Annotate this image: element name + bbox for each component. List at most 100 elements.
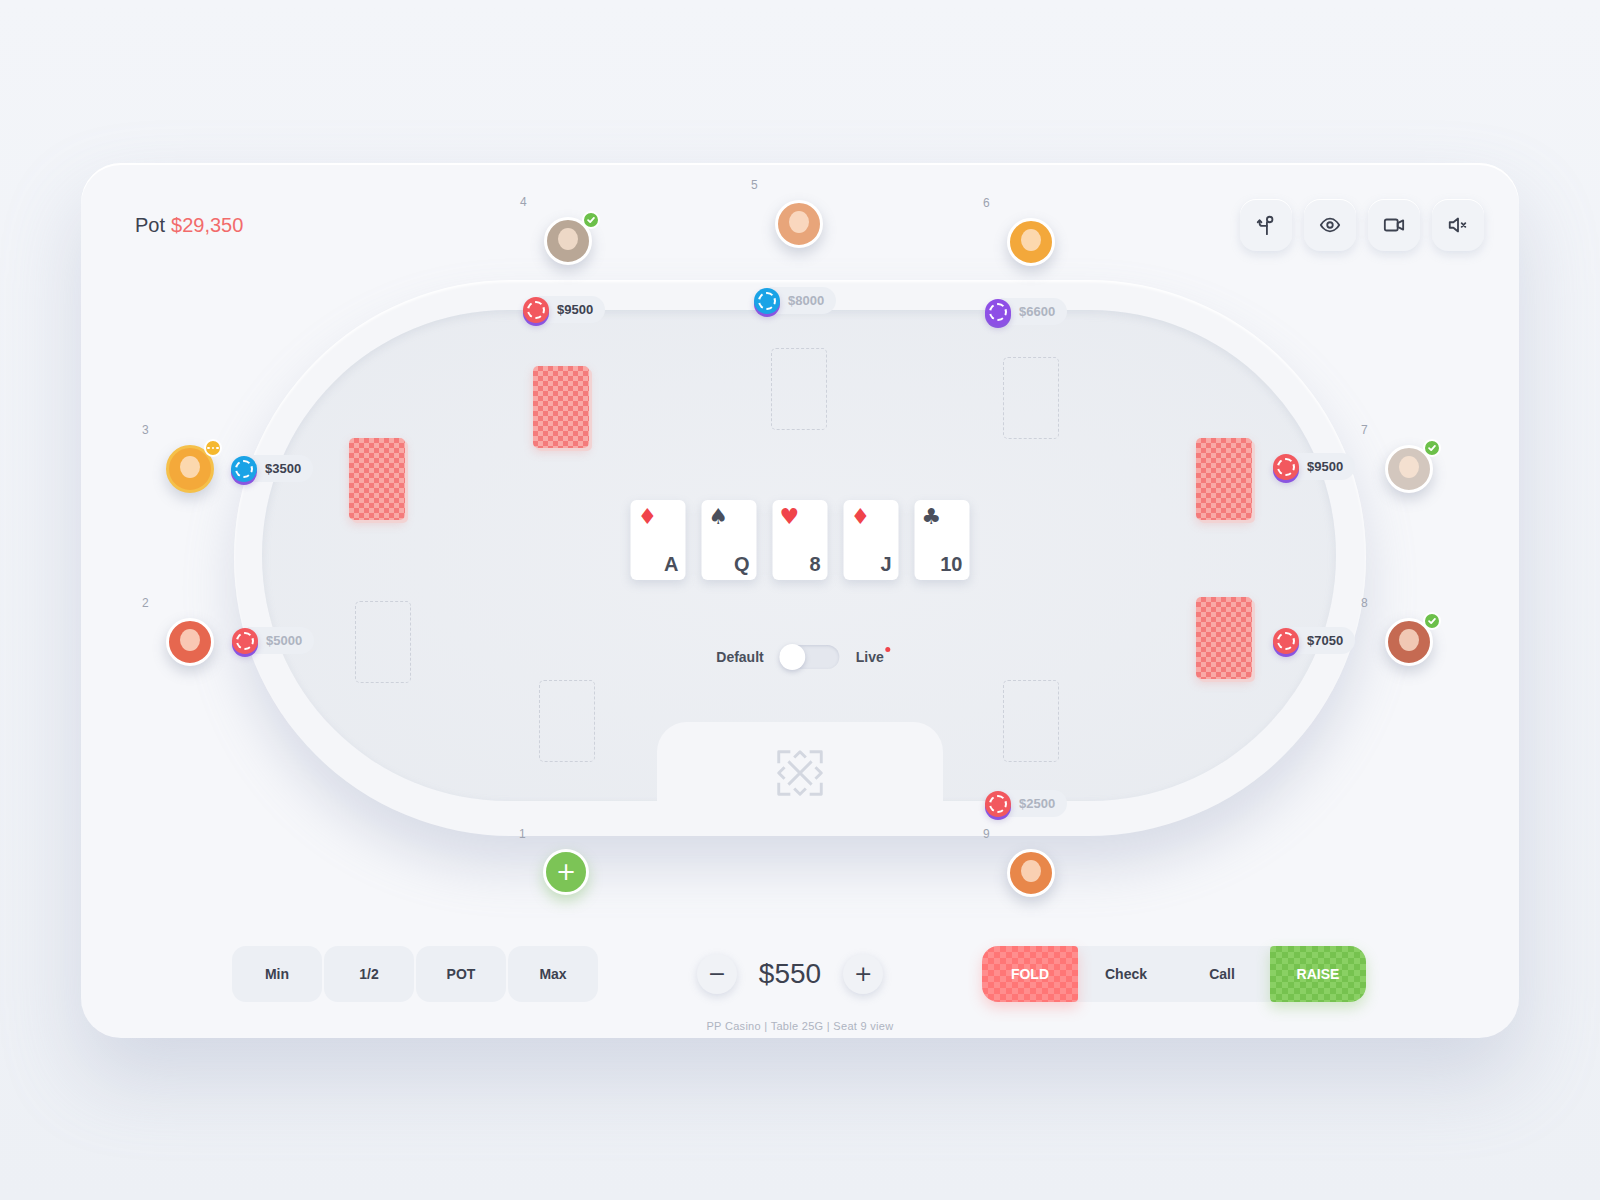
dealer-spot [657,722,943,836]
seat-number: 4 [520,195,527,209]
player-stack: $8000 [754,287,836,314]
community-card: ♠Q [702,500,757,580]
raise-action-button[interactable]: RAISE [1270,946,1366,1002]
hole-cards-back [1196,597,1252,679]
card-rank: Q [734,554,750,574]
hole-cards-back [1196,438,1252,520]
seat-number: 2 [142,596,149,610]
hole-cards-back [349,438,405,520]
bet-controls: Min1/2POTMax −$550 + FOLDCheckCallRAISE [81,946,1519,1002]
video-button[interactable] [1368,199,1420,251]
avatar-face [180,456,200,478]
card-suit: ♣ [922,506,942,528]
card-suit: ♦ [638,506,658,528]
chip-icon [231,456,257,482]
bet-preset-button[interactable]: Min [232,946,322,1002]
bet-preset-button[interactable]: POT [416,946,506,1002]
player-stack: $3500 [231,455,313,482]
seat: 8 [1385,618,1433,666]
seat-number: 8 [1361,596,1368,610]
player-avatar[interactable] [166,618,214,666]
typing-dot [212,447,215,450]
fold-action-button[interactable]: FOLD [982,946,1078,1002]
spectate-button[interactable] [1304,199,1356,251]
seat-number: 5 [751,178,758,192]
card-rank: A [664,554,678,574]
seat-number: 6 [983,196,990,210]
seat: 9 [1007,849,1055,897]
typing-dot [216,447,219,450]
chip-icon [523,297,549,323]
card-slot-empty [771,348,827,430]
card-slot-empty [355,601,411,683]
mode-toggle: DefaultLive [716,645,883,669]
avatar-face [558,228,578,250]
eye-icon [1319,214,1341,236]
check-icon [586,215,596,225]
seat: 1+ [543,849,591,897]
pot-label: Pot [135,214,165,237]
join-seat-button[interactable]: + [543,849,589,895]
poker-table-window: Pot$29,350♦A♠Q♥8♦J♣10DefaultLive1+2$5000… [81,163,1519,1038]
toggle-switch[interactable] [780,645,840,669]
avatar-face [1399,456,1419,478]
decrease-bet-button[interactable]: − [697,954,737,994]
player-stack: $6600 [985,298,1067,325]
player-stack: $9500 [1273,453,1355,480]
bet-amount[interactable]: $550 [759,958,821,990]
chip-icon [1273,628,1299,654]
seat: 7 [1385,445,1433,493]
card-suit: ♥ [780,506,800,528]
table-stage: ♦A♠Q♥8♦J♣10DefaultLive1+2$50003$35004$95… [81,163,1519,933]
speaker-icon [1447,214,1469,236]
typing-dot [207,447,210,450]
sound-button[interactable] [1432,199,1484,251]
chip-icon [232,628,258,654]
toggle-knob [780,644,806,670]
toggle-right-label: Live [856,649,884,665]
avatar-face [1399,629,1419,651]
player-stack: $5000 [232,627,314,654]
toolbar [1240,199,1484,251]
seat: 2 [166,618,214,666]
video-camera-icon [1383,214,1405,236]
chip-icon [985,791,1011,817]
typing-badge [204,439,222,457]
community-card: ♥8 [773,500,828,580]
pot-amount: $29,350 [171,214,243,237]
player-avatar[interactable] [1007,218,1055,266]
check-icon [1427,616,1437,626]
action-buttons: FOLDCheckCallRAISE [982,946,1366,1002]
seat-number: 9 [983,827,990,841]
seat-number: 1 [519,827,526,841]
plain-action-button[interactable]: Check [1078,946,1174,1002]
player-avatar[interactable] [1007,849,1055,897]
chip-icon [985,299,1011,325]
page: Pot$29,350♦A♠Q♥8♦J♣10DefaultLive1+2$5000… [0,0,1600,1200]
card-slot-empty [1003,357,1059,439]
avatar-face [1021,229,1041,251]
ready-badge [1423,612,1441,630]
seat: 3 [166,445,214,493]
signpost-icon [1255,214,1277,236]
ready-badge [582,211,600,229]
increase-bet-button[interactable]: + [843,954,883,994]
check-icon [1427,443,1437,453]
card-rank: J [880,554,891,574]
seat: 5 [775,200,823,248]
player-stack: $7050 [1273,627,1355,654]
card-suit: ♦ [851,506,871,528]
bet-presets: Min1/2POTMax [232,946,598,1002]
player-avatar[interactable] [775,200,823,248]
chip-icon [754,288,780,314]
seat: 4 [544,217,592,265]
bet-preset-button[interactable]: 1/2 [324,946,414,1002]
avatar-face [1021,860,1041,882]
plain-action-button[interactable]: Call [1174,946,1270,1002]
pot-display: Pot $29,350 [135,214,243,237]
card-suit: ♠ [709,506,729,528]
leave-table-button[interactable] [1240,199,1292,251]
seat-number: 7 [1361,423,1368,437]
bet-preset-button[interactable]: Max [508,946,598,1002]
player-stack: $9500 [523,296,605,323]
